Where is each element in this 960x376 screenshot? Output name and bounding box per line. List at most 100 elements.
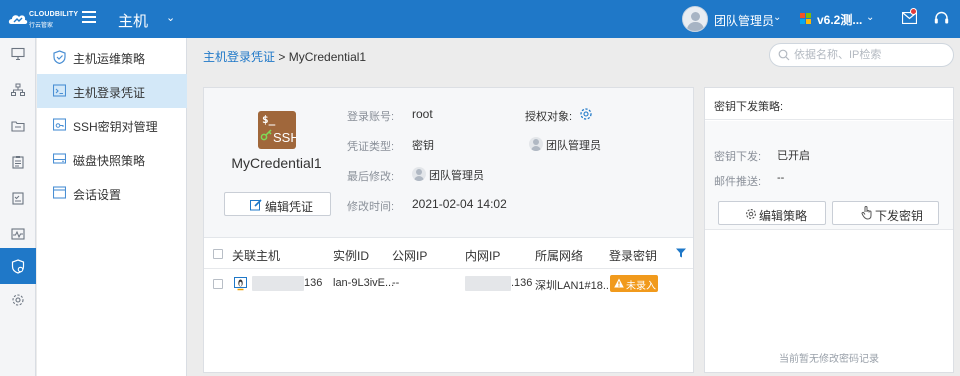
- search-input[interactable]: [794, 47, 949, 63]
- gear-icon: [746, 209, 756, 219]
- module-title[interactable]: 主机: [118, 10, 148, 31]
- column-header[interactable]: 实例ID: [333, 247, 369, 264]
- column-header[interactable]: 内网IP: [465, 247, 500, 264]
- submenu-item-label: 主机登录凭证: [73, 86, 146, 100]
- submenu-item-session-settings[interactable]: 会话设置: [37, 176, 187, 210]
- ssh-credential-icon: $_ SSH: [258, 111, 296, 149]
- breadcrumb-parent-link[interactable]: 主机登录凭证: [203, 50, 275, 64]
- mail-push-label: 邮件推送:: [714, 176, 762, 188]
- public-ip: --: [392, 277, 400, 289]
- rail-item-security[interactable]: [0, 248, 36, 284]
- brand-logo[interactable]: CLOUDBILITY 行云管家: [8, 9, 79, 31]
- edit-policy-label: 编辑策略: [759, 209, 808, 223]
- window-icon: [53, 186, 66, 199]
- monitor-icon: [11, 47, 25, 61]
- modifier-value: 团队管理员: [429, 170, 484, 182]
- terminal-icon: [53, 84, 66, 97]
- table-row[interactable]: 136 lan-9L3ivE... -- .136 深圳LAN1#18... 未…: [204, 270, 693, 298]
- empty-state-text: 当前暂无修改密码记录: [779, 354, 879, 365]
- disk-snapshot-icon: [53, 153, 66, 164]
- rail-item-clipboard[interactable]: [0, 146, 36, 179]
- breadcrumb-separator: >: [278, 50, 286, 64]
- send-key-button[interactable]: 下发密钥: [832, 201, 939, 225]
- hosts-table-header: 关联主机 实例ID 公网IP 内网IP 所属网络 登录密钥: [204, 239, 693, 269]
- edit-credential-label: 编辑凭证: [265, 200, 314, 214]
- hand-pointer-icon: [861, 206, 872, 220]
- edit-credential-button[interactable]: 编辑凭证: [224, 192, 331, 216]
- key-policy-title: 密钥下发策略:: [714, 101, 784, 113]
- breadcrumb-current: MyCredential1: [288, 50, 367, 64]
- notification-dot: [910, 8, 917, 15]
- submenu-item-login-credential[interactable]: 主机登录凭证: [37, 74, 187, 108]
- headset-icon[interactable]: [934, 11, 949, 25]
- ssh-key-icon: [53, 118, 66, 131]
- key-policy-header: 密钥下发策略:: [705, 88, 953, 120]
- authorized-label: 授权对象:: [525, 111, 573, 123]
- version-selector[interactable]: v6.2测...: [817, 11, 862, 28]
- warning-icon: [614, 278, 624, 288]
- authorized-value: 团队管理员: [546, 140, 601, 152]
- rail-item-network[interactable]: [0, 74, 36, 107]
- checklist-icon: [12, 192, 24, 205]
- host-name[interactable]: 136: [304, 277, 322, 289]
- credential-name: MyCredential1: [231, 155, 322, 171]
- network-icon: [11, 83, 25, 96]
- clipboard-icon: [12, 156, 24, 169]
- submenu-item-label: 主机运维策略: [73, 52, 146, 66]
- brand-subtitle: 行云管家: [29, 23, 54, 29]
- account-label: 登录账号:: [347, 111, 395, 123]
- linux-icon: [234, 277, 247, 291]
- shield-check-icon: [53, 50, 66, 64]
- key-icon: [260, 129, 272, 141]
- status-badge-label: 未录入: [626, 281, 656, 292]
- edit-policy-button[interactable]: 编辑策略: [718, 201, 826, 225]
- submenu-item-label: 磁盘快照策略: [73, 154, 146, 168]
- rail-item-monitor[interactable]: [0, 38, 36, 71]
- type-value: 密钥: [412, 140, 434, 152]
- rail-item-folder[interactable]: [0, 110, 36, 143]
- mail-push-value: --: [777, 172, 785, 184]
- icon-rail: [0, 38, 36, 376]
- dispatch-label: 密钥下发:: [714, 151, 762, 163]
- folder-icon: [11, 121, 25, 132]
- time-value: 2021-02-04 14:02: [412, 197, 507, 211]
- user-name[interactable]: 团队管理员: [714, 12, 774, 29]
- masked-hostname: [252, 276, 304, 291]
- chevron-down-icon[interactable]: ⌄: [166, 11, 175, 24]
- status-badge[interactable]: 未录入: [610, 275, 658, 292]
- submenu-item-ssh-keys[interactable]: SSH密钥对管理: [37, 108, 187, 142]
- column-header[interactable]: 关联主机: [232, 247, 280, 264]
- edit-icon: [250, 199, 262, 211]
- cloudbility-logo-icon: [8, 15, 28, 24]
- top-bar: CLOUDBILITY 行云管家 主机 ⌄ 团队管理员 ⌄ v6.2测... ⌄: [0, 0, 960, 38]
- sub-menu: 主机运维策略 主机登录凭证 SSH密钥对管理 磁盘快照策略 会话设置: [37, 38, 187, 376]
- avatar[interactable]: [682, 6, 708, 32]
- column-header[interactable]: 所属网络: [535, 247, 583, 264]
- hamburger-menu-icon[interactable]: [82, 11, 96, 25]
- rail-item-checklist[interactable]: [0, 182, 36, 215]
- breadcrumb: 主机登录凭证 > MyCredential1: [203, 48, 366, 65]
- activity-icon: [11, 228, 25, 240]
- type-label: 凭证类型:: [347, 141, 395, 153]
- filter-icon[interactable]: [676, 248, 686, 258]
- credential-info: $_ SSH MyCredential1 编辑凭证 登录账号: root 凭证类…: [204, 88, 693, 238]
- rail-item-activity[interactable]: [0, 218, 36, 251]
- instance-id: lan-9L3ivE...: [333, 277, 395, 289]
- gear-icon[interactable]: [579, 107, 593, 121]
- chevron-down-icon[interactable]: ⌄: [866, 12, 874, 23]
- select-all-checkbox[interactable]: [213, 249, 223, 259]
- windows-icon: [800, 13, 811, 24]
- row-checkbox[interactable]: [213, 279, 223, 289]
- modifier-label: 最后修改:: [347, 171, 395, 183]
- credential-detail-panel: $_ SSH MyCredential1 编辑凭证 登录账号: root 凭证类…: [203, 87, 694, 373]
- search-box[interactable]: [769, 43, 954, 67]
- submenu-item-disk-snapshot[interactable]: 磁盘快照策略: [37, 142, 187, 176]
- time-label: 修改时间:: [347, 201, 395, 213]
- column-header[interactable]: 登录密钥: [609, 247, 657, 264]
- submenu-item-ops-policy[interactable]: 主机运维策略: [37, 40, 187, 74]
- column-header[interactable]: 公网IP: [392, 247, 427, 264]
- rail-item-settings[interactable]: [0, 284, 36, 317]
- brand-name: CLOUDBILITY: [29, 11, 79, 18]
- chevron-down-icon[interactable]: ⌄: [773, 12, 781, 23]
- private-ip: .136: [511, 277, 533, 289]
